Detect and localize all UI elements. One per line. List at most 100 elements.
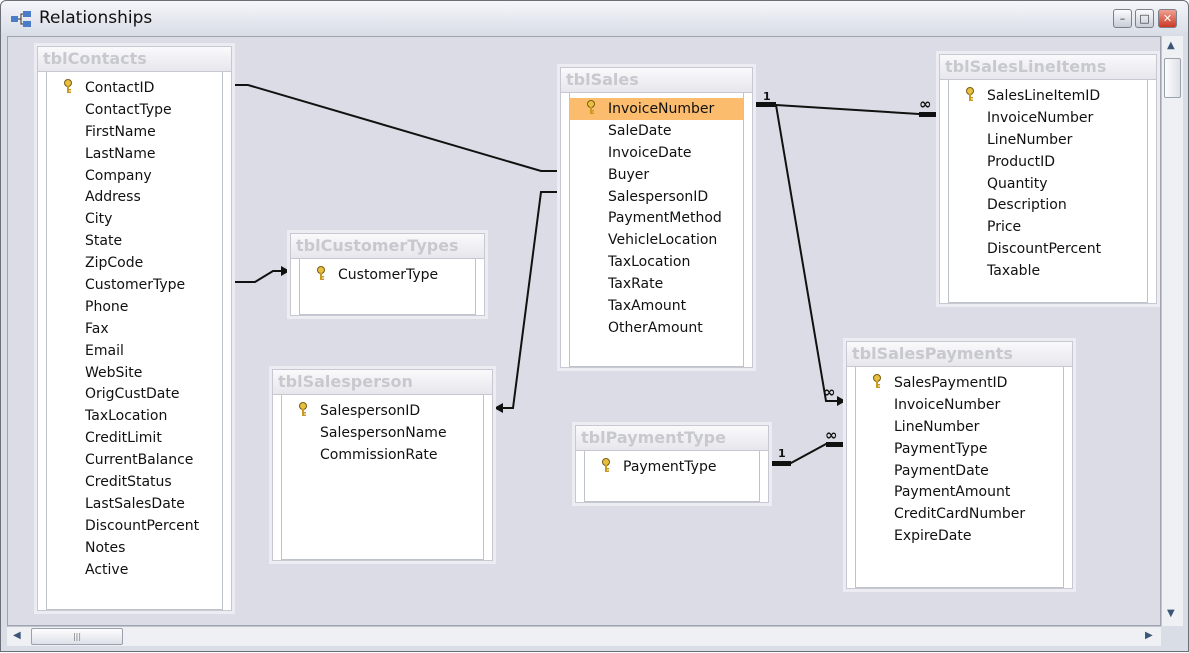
field-row[interactable]: OtherAmount (570, 317, 743, 339)
field-row[interactable]: FirstName (47, 121, 222, 143)
field-row[interactable]: InvoiceNumber (570, 98, 743, 120)
table-tblSalesPayments[interactable]: tblSalesPayments SalesPaymentID InvoiceNum… (846, 341, 1073, 589)
field-row[interactable]: TaxLocation (47, 405, 222, 427)
field-row[interactable]: OrigCustDate (47, 383, 222, 405)
field-row[interactable]: PaymentDate (856, 460, 1063, 482)
field-row[interactable]: LineNumber (949, 129, 1147, 151)
field-row[interactable]: ProductID (949, 151, 1147, 173)
field-list: InvoiceNumber SaleDate InvoiceDate Buyer Sal… (569, 93, 744, 367)
field-name: ContactType (85, 101, 172, 118)
vertical-scrollbar[interactable]: ▲ ▼ (1161, 36, 1183, 626)
table-title[interactable]: tblContacts (38, 47, 231, 72)
field-row[interactable]: DiscountPercent (47, 515, 222, 537)
field-row[interactable]: WebSite (47, 362, 222, 384)
field-row[interactable]: CreditStatus (47, 471, 222, 493)
field-row[interactable]: CustomerType (300, 264, 475, 286)
field-row[interactable]: LastSalesDate (47, 493, 222, 515)
field-row[interactable]: CustomerType (47, 274, 222, 296)
table-title[interactable]: tblSalesPayments (847, 342, 1072, 367)
field-name: ZipCode (85, 255, 144, 272)
horizontal-scrollbar[interactable]: ◀ ||| ▶ (7, 626, 1161, 646)
field-name: CurrentBalance (85, 452, 194, 469)
field-row[interactable]: TaxRate (570, 273, 743, 295)
field-name: State (85, 233, 123, 250)
scroll-down-arrow-icon[interactable]: ▼ (1167, 608, 1175, 619)
table-tblCustomerTypes[interactable]: tblCustomerTypes CustomerType (290, 233, 485, 316)
field-row[interactable]: LineNumber (856, 416, 1063, 438)
field-row[interactable]: InvoiceNumber (949, 107, 1147, 129)
table-title[interactable]: tblPaymentType (576, 426, 768, 451)
field-row[interactable]: Price (949, 216, 1147, 238)
field-row[interactable]: PaymentAmount (856, 481, 1063, 503)
field-row[interactable]: SalespersonID (570, 186, 743, 208)
field-name: LastSalesDate (85, 495, 185, 512)
field-row[interactable]: SalesLineItemID (949, 85, 1147, 107)
field-name: SalesLineItemID (987, 88, 1101, 104)
field-row[interactable]: PaymentType (856, 438, 1063, 460)
field-row[interactable]: VehicleLocation (570, 229, 743, 251)
vertical-scroll-thumb[interactable] (1164, 58, 1181, 98)
field-row[interactable]: CurrentBalance (47, 449, 222, 471)
field-row[interactable]: SalespersonName (282, 422, 483, 444)
table-tblPaymentType[interactable]: tblPaymentType PaymentType (575, 425, 769, 503)
field-row[interactable]: Company (47, 165, 222, 187)
field-row[interactable]: SaleDate (570, 120, 743, 142)
field-row[interactable]: LastName (47, 143, 222, 165)
field-row[interactable]: TaxLocation (570, 251, 743, 273)
field-row[interactable]: City (47, 208, 222, 230)
table-title[interactable]: tblCustomerTypes (291, 234, 484, 259)
field-row[interactable]: Buyer (570, 164, 743, 186)
table-tblSalesLineItems[interactable]: tblSalesLineItems SalesLineItemID InvoiceN… (939, 54, 1157, 304)
field-row[interactable]: InvoiceDate (570, 142, 743, 164)
field-row[interactable]: Taxable (949, 260, 1147, 282)
field-name: DiscountPercent (987, 241, 1102, 258)
field-row[interactable]: ContactType (47, 99, 222, 121)
rel-sales-salesperson (493, 191, 559, 409)
table-tblSales[interactable]: tblSales InvoiceNumber SaleDate InvoiceDate… (560, 67, 753, 368)
field-row[interactable]: Phone (47, 296, 222, 318)
field-row[interactable]: CreditCardNumber (856, 503, 1063, 525)
field-row[interactable]: ZipCode (47, 252, 222, 274)
table-tblContacts[interactable]: tblContacts ContactID ContactType FirstName… (37, 46, 232, 611)
field-name: Email (85, 342, 124, 359)
field-row[interactable]: Notes (47, 537, 222, 559)
scroll-up-arrow-icon[interactable]: ▲ (1167, 40, 1175, 51)
field-row[interactable]: CreditLimit (47, 427, 222, 449)
field-list: SalespersonID SalespersonName CommissionRa… (281, 395, 484, 560)
field-name: LineNumber (987, 131, 1073, 148)
field-row[interactable]: SalesPaymentID (856, 372, 1063, 394)
field-row[interactable]: DiscountPercent (949, 238, 1147, 260)
field-row[interactable]: Description (949, 194, 1147, 216)
field-row[interactable]: CommissionRate (282, 444, 483, 466)
one-label: 1 (763, 90, 771, 103)
field-row[interactable]: ExpireDate (856, 525, 1063, 547)
field-row[interactable]: Fax (47, 318, 222, 340)
scroll-left-arrow-icon[interactable]: ◀ (13, 630, 21, 641)
field-name: Notes (85, 539, 126, 556)
field-name: SalespersonID (320, 403, 421, 419)
primary-key-icon (316, 266, 326, 289)
horizontal-scroll-thumb[interactable]: ||| (31, 628, 123, 645)
field-name: TaxAmount (608, 298, 687, 315)
field-row[interactable]: Quantity (949, 173, 1147, 195)
table-title[interactable]: tblSalesperson (273, 370, 492, 395)
field-row[interactable]: State (47, 230, 222, 252)
field-name: FirstName (85, 123, 156, 140)
field-row[interactable]: SalespersonID (282, 400, 483, 422)
field-row[interactable]: Address (47, 186, 222, 208)
field-row[interactable]: PaymentMethod (570, 207, 743, 229)
field-name: PaymentDate (894, 462, 989, 479)
field-row[interactable]: ContactID (47, 77, 222, 99)
field-name: Quantity (987, 175, 1048, 192)
field-row[interactable]: Active (47, 559, 222, 581)
table-title[interactable]: tblSales (561, 68, 752, 93)
field-row[interactable]: Email (47, 340, 222, 362)
field-name: OrigCustDate (85, 386, 180, 403)
scroll-right-arrow-icon[interactable]: ▶ (1145, 630, 1153, 641)
table-title[interactable]: tblSalesLineItems (940, 55, 1156, 80)
field-name: CustomerType (338, 267, 439, 283)
field-row[interactable]: TaxAmount (570, 295, 743, 317)
field-row[interactable]: InvoiceNumber (856, 394, 1063, 416)
table-tblSalesperson[interactable]: tblSalesperson SalespersonID SalespersonNa… (272, 369, 493, 561)
field-row[interactable]: PaymentType (585, 456, 759, 478)
